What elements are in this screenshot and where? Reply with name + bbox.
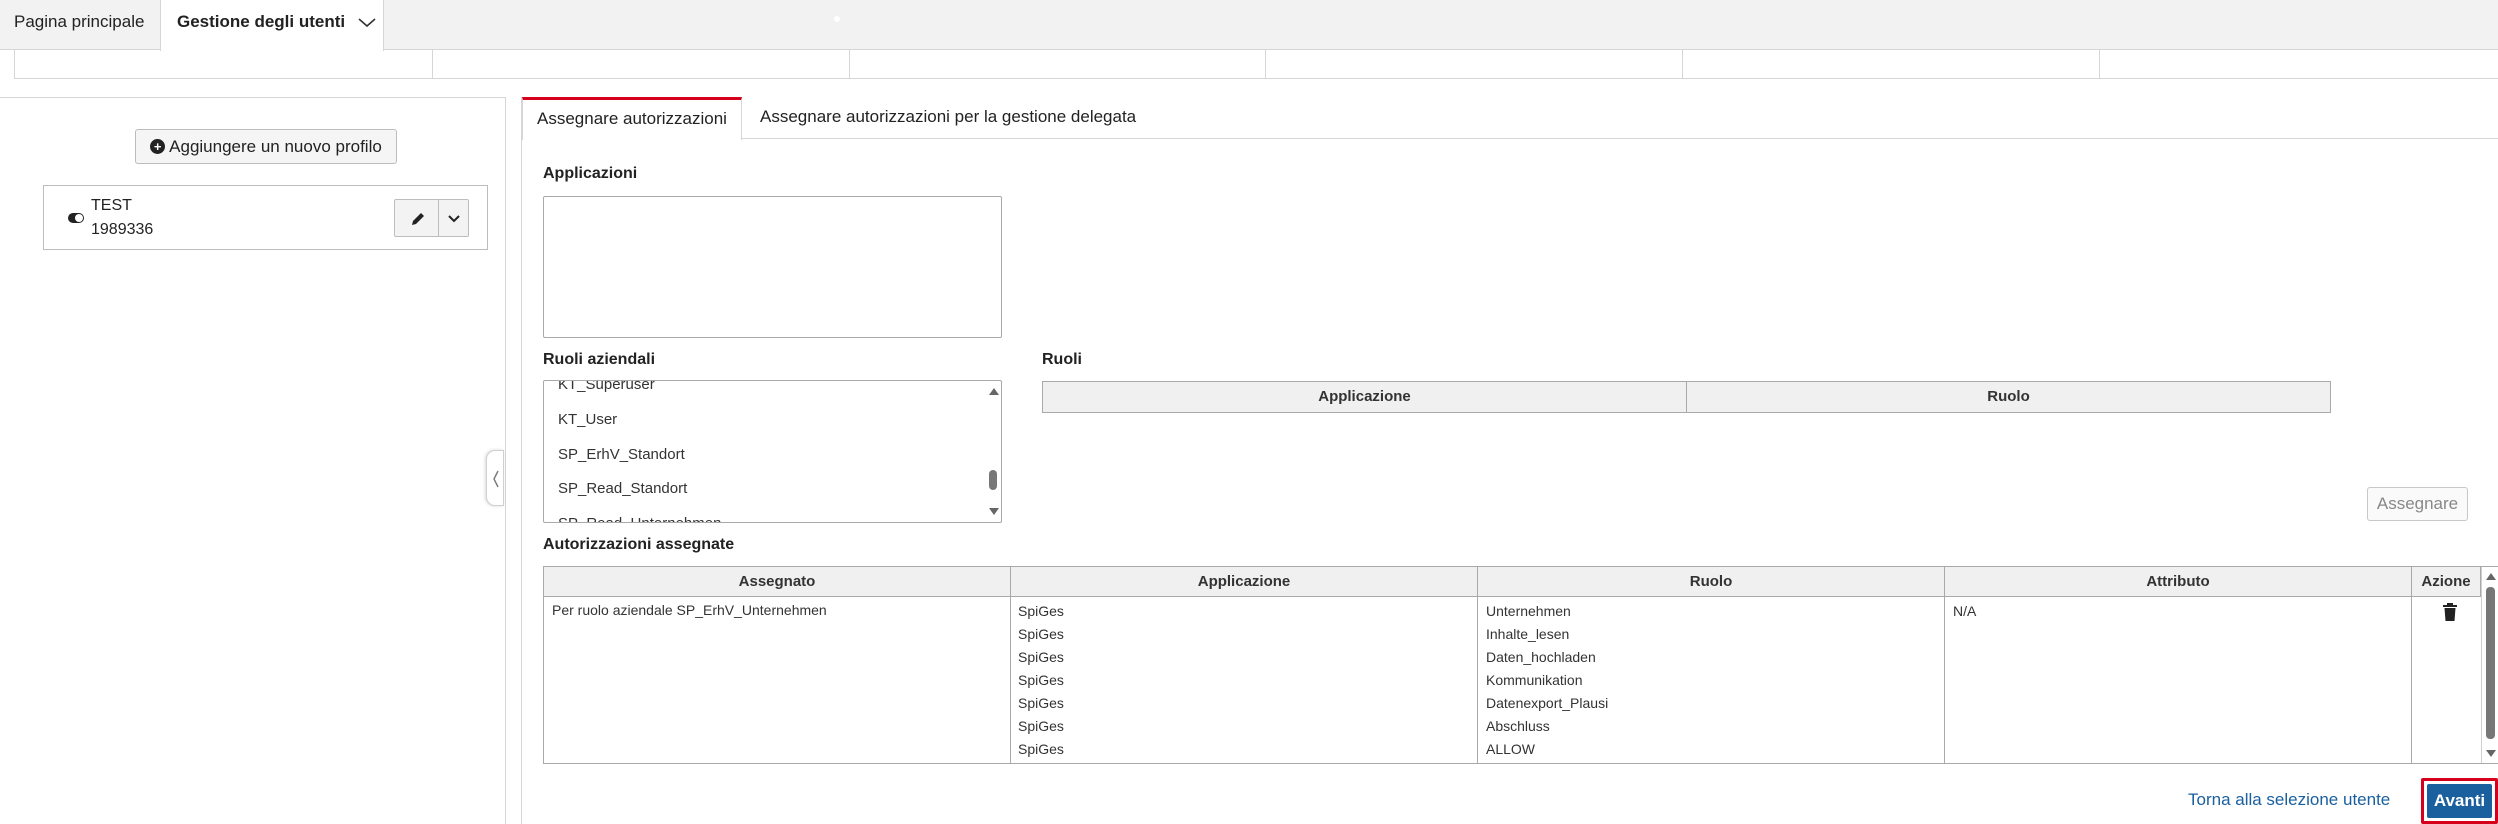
role-cell: Unternehmen (1486, 603, 1571, 619)
table-header: Assegnato Applicazione Ruolo Attributo A… (544, 567, 2498, 597)
list-item[interactable]: KT_User (558, 411, 617, 428)
role-cell: ALLOW (1486, 741, 1536, 757)
business-roles-label: Ruoli aziendali (543, 351, 656, 368)
trash-icon[interactable] (2442, 603, 2458, 621)
list-item[interactable]: SP_Read_Standort (558, 480, 687, 497)
tab-assign-delegated[interactable]: Assegnare autorizzazioni per la gestione… (760, 97, 1136, 139)
column-header: Ruolo (1478, 567, 1945, 597)
profile-card[interactable]: TEST 1989336 (43, 185, 488, 250)
next-button-label: Avanti (2427, 784, 2492, 818)
tab-home[interactable]: Pagina principale (0, 0, 160, 50)
roles-table-header: Applicazione Ruolo (1042, 381, 2331, 413)
scroll-up-icon[interactable] (989, 388, 999, 395)
application-cell: SpiGes (1018, 603, 1064, 619)
add-profile-label: Aggiungere un nuovo profilo (169, 136, 382, 156)
profile-name: TEST (91, 197, 132, 214)
column-header: Assegnato (544, 567, 1011, 597)
column-header: Attributo (1945, 567, 2412, 597)
column-header: Ruolo (1686, 382, 2330, 412)
tab-assign-delegated-label: Assegnare autorizzazioni per la gestione… (760, 107, 1137, 126)
tab-assign-label: Assegnare autorizzazioni (537, 109, 727, 128)
applications-label: Applicazioni (543, 165, 638, 182)
applications-listbox[interactable] (543, 196, 1002, 338)
scrollbar[interactable] (985, 381, 1001, 522)
profile-menu-button[interactable] (439, 199, 469, 237)
scroll-down-icon[interactable] (2486, 750, 2496, 757)
assigned-permissions-label: Autorizzazioni assegnate (543, 536, 735, 553)
profile-id: 1989336 (91, 221, 154, 238)
edit-profile-button[interactable] (394, 199, 439, 237)
chevron-down-icon (448, 215, 460, 223)
add-profile-button[interactable]: + Aggiungere un nuovo profilo (135, 129, 397, 164)
business-roles-listbox[interactable]: KT_Superuser KT_User SP_ErhV_Standort SP… (543, 380, 1002, 523)
indicator-dot (834, 16, 840, 22)
collapse-panel-handle[interactable] (486, 450, 504, 506)
tab-user-management[interactable]: Gestione degli utenti (160, 0, 384, 51)
tab-user-management-label: Gestione degli utenti (177, 12, 346, 31)
application-cell: SpiGes (1018, 626, 1064, 642)
role-cell: Inhalte_lesen (1486, 626, 1570, 642)
list-item[interactable]: SP_Read_Unternehmen (558, 515, 721, 522)
application-cell: SpiGes (1018, 672, 1064, 688)
role-cell: Abschluss (1486, 718, 1550, 734)
role-cell: Daten_hochladen (1486, 649, 1596, 665)
attribute-cell: N/A (1953, 603, 1977, 619)
toggle-icon[interactable] (68, 213, 84, 223)
role-cell: Datenexport_Plausi (1486, 695, 1609, 711)
permissions-tabs: Assegnare autorizzazioni Assegnare autor… (521, 97, 2498, 140)
next-button[interactable]: Avanti (2421, 778, 2498, 824)
application-cell: SpiGes (1018, 718, 1064, 734)
tab-home-label: Pagina principale (14, 12, 145, 31)
scroll-up-icon[interactable] (2486, 573, 2496, 580)
chevron-down-icon[interactable] (358, 1, 376, 45)
scroll-down-icon[interactable] (989, 508, 999, 515)
column-header: Applicazione (1318, 388, 1411, 405)
list-item[interactable]: KT_Superuser (558, 381, 655, 393)
column-strip (14, 50, 2498, 79)
column-header: Applicazione (1011, 567, 1478, 597)
tab-assign-permissions[interactable]: Assegnare autorizzazioni (522, 97, 742, 140)
plus-circle-icon: + (150, 139, 166, 154)
assigned-cell: Per ruolo aziendale SP_ErhV_Unternehmen (552, 602, 827, 618)
assigned-permissions-table: Assegnato Applicazione Ruolo Attributo A… (543, 566, 2498, 764)
roles-label: Ruoli (1042, 351, 1082, 368)
role-cell: Kommunikation (1486, 672, 1583, 688)
application-cell: SpiGes (1018, 649, 1064, 665)
application-cell: SpiGes (1018, 741, 1064, 757)
scroll-thumb[interactable] (2486, 587, 2495, 739)
table-scrollbar[interactable] (2481, 567, 2498, 763)
column-header: Azione (2412, 567, 2481, 597)
list-item[interactable]: SP_ErhV_Standort (558, 446, 685, 463)
top-tab-bar: Pagina principale Gestione degli utenti (0, 0, 2498, 51)
pencil-icon (412, 213, 424, 225)
assign-button[interactable]: Assegnare (2367, 487, 2468, 521)
back-to-user-selection-link[interactable]: Torna alla selezione utente (2188, 790, 2390, 810)
scroll-thumb[interactable] (989, 470, 997, 490)
collapse-chevron-icon (493, 470, 499, 488)
application-cell: SpiGes (1018, 695, 1064, 711)
